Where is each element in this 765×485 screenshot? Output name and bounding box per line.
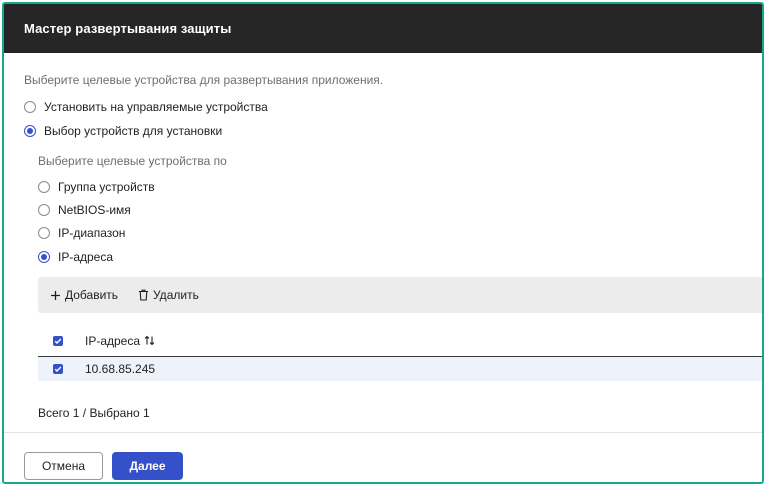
radio-button[interactable]: [38, 181, 50, 193]
sort-icon[interactable]: [144, 335, 155, 349]
delete-button[interactable]: Удалить: [138, 277, 199, 313]
radio-select-devices[interactable]: Выбор устройств для установки: [24, 122, 222, 140]
wizard-window: Мастер развертывания защиты Выберите цел…: [2, 2, 764, 484]
plus-icon: [50, 290, 61, 301]
next-button[interactable]: Далее: [112, 452, 183, 480]
add-button-label: Добавить: [65, 288, 119, 302]
radio-ip-addresses[interactable]: IP-адреса: [38, 248, 113, 266]
table-toolbar: Добавить Удалить: [38, 277, 762, 313]
add-button[interactable]: Добавить: [50, 277, 118, 313]
wizard-header: Мастер развертывания защиты: [4, 4, 762, 53]
wizard-title: Мастер развертывания защиты: [24, 21, 232, 36]
intro-hint: Выберите целевые устройства для разверты…: [24, 73, 384, 87]
trash-icon: [138, 289, 149, 301]
radio-device-group[interactable]: Группа устройств: [38, 178, 155, 196]
radio-button[interactable]: [38, 227, 50, 239]
radio-button[interactable]: [24, 125, 36, 137]
radio-netbios-name[interactable]: NetBIOS-имя: [38, 201, 131, 219]
table-summary: Всего 1 / Выбрано 1: [38, 406, 150, 420]
select-all-checkbox[interactable]: [53, 336, 63, 346]
table-header: IP-адреса: [38, 326, 762, 357]
radio-label: IP-адреса: [58, 250, 114, 264]
radio-label: Выбор устройств для установки: [44, 124, 223, 138]
ip-address-cell: 10.68.85.245: [85, 362, 156, 376]
column-header-ip[interactable]: IP-адреса: [85, 334, 155, 349]
row-checkbox[interactable]: [53, 364, 63, 374]
radio-label: NetBIOS-имя: [58, 203, 131, 217]
column-header-label: IP-адреса: [85, 334, 141, 348]
check-icon: [54, 338, 62, 345]
wizard-footer: Отмена Далее: [4, 432, 762, 482]
delete-button-label: Удалить: [153, 288, 199, 302]
radio-label: Установить на управляемые устройства: [44, 100, 268, 114]
radio-button[interactable]: [24, 101, 36, 113]
selection-hint: Выберите целевые устройства по: [38, 154, 227, 168]
radio-label: Группа устройств: [58, 180, 155, 194]
cancel-button[interactable]: Отмена: [24, 452, 103, 480]
radio-button[interactable]: [38, 251, 50, 263]
radio-label: IP-диапазон: [58, 226, 126, 240]
table-row[interactable]: 10.68.85.245: [38, 357, 762, 381]
radio-button[interactable]: [38, 204, 50, 216]
radio-ip-range[interactable]: IP-диапазон: [38, 224, 125, 242]
radio-install-managed[interactable]: Установить на управляемые устройства: [24, 98, 268, 116]
check-icon: [54, 366, 62, 373]
